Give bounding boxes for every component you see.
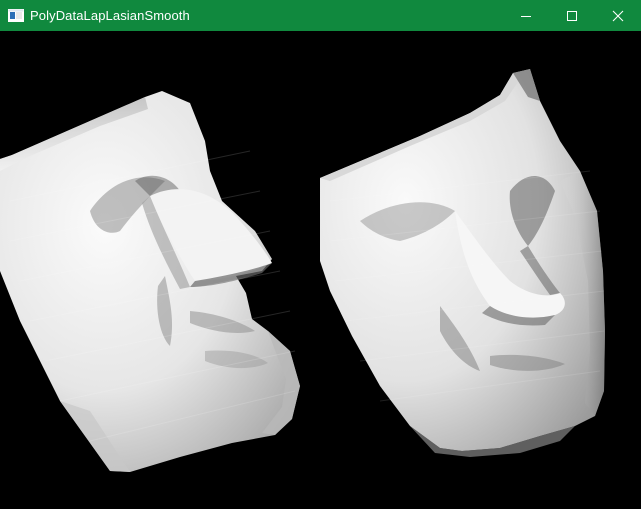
minimize-icon (521, 15, 531, 17)
face-mesh-side-view (0, 91, 300, 472)
window-title: PolyDataLapLasianSmooth (30, 8, 190, 23)
close-icon (612, 10, 624, 21)
render-viewport[interactable] (0, 31, 641, 509)
window-controls (503, 0, 641, 31)
app-window: PolyDataLapLasianSmooth (0, 0, 641, 509)
minimize-button[interactable] (503, 0, 549, 31)
close-button[interactable] (595, 0, 641, 31)
title-bar[interactable]: PolyDataLapLasianSmooth (0, 0, 641, 31)
maximize-button[interactable] (549, 0, 595, 31)
app-icon (8, 9, 24, 22)
maximize-icon (567, 10, 577, 21)
render-canvas[interactable] (0, 31, 641, 509)
face-mesh-smoothed-front-view (320, 69, 605, 457)
